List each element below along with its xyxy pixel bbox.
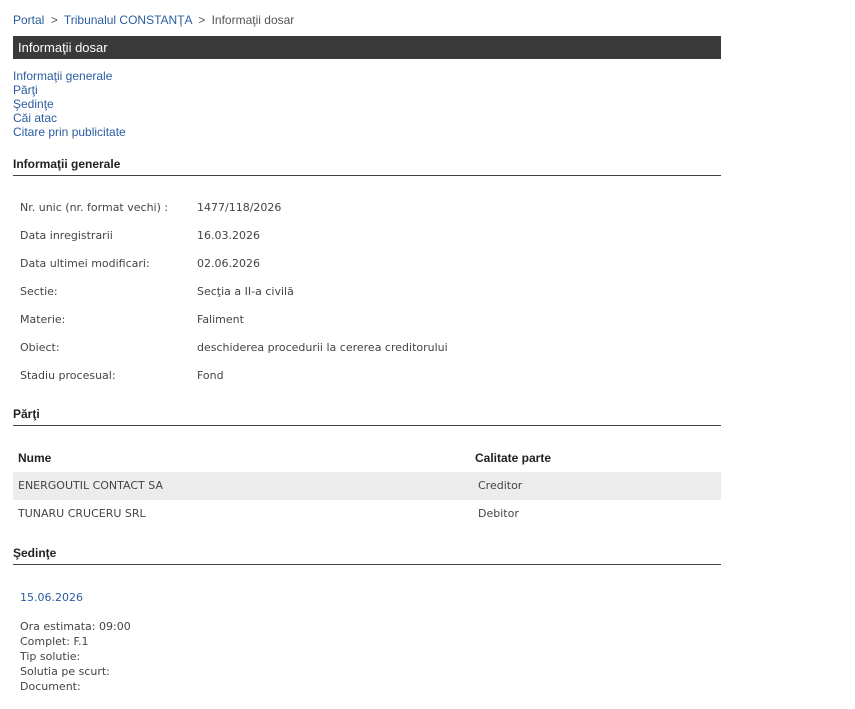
info-value: 1477/118/2026 (197, 201, 282, 214)
sedinta-ora: Ora estimata: 09:00 (20, 620, 131, 633)
parti-table-header: Nume Calitate parte (13, 444, 721, 472)
info-row: Nr. unic (nr. format vechi) : 1477/118/20… (20, 194, 448, 222)
sedinta-tip-solutie: Tip solutie: (20, 650, 81, 663)
sedinta-complet: Complet: F.1 (20, 635, 89, 648)
breadcrumb-court-link[interactable]: Tribunalul CONSTANŢA (64, 13, 192, 27)
breadcrumb-portal-link[interactable]: Portal (13, 13, 44, 27)
info-value: Fond (197, 369, 224, 382)
info-label: Materie: (20, 313, 66, 326)
breadcrumb-separator: > (50, 13, 58, 27)
column-header-calitate: Calitate parte (475, 451, 552, 465)
info-row: Stadiu procesual: Fond (20, 362, 448, 390)
info-label: Stadiu procesual: (20, 369, 116, 382)
parti-table: Nume Calitate parte ENERGOUTIL CONTACT S… (13, 444, 721, 528)
sedinta-solutie-scurt: Solutia pe scurt: (20, 665, 110, 678)
nav-link-informatii-generale[interactable]: Informaţii generale (13, 69, 126, 83)
info-row: Obiect: deschiderea procedurii la cererea… (20, 334, 448, 362)
sedinta-document: Document: (20, 680, 81, 693)
party-name: TUNARU CRUCERU SRL (18, 507, 146, 520)
info-row: Sectie: Secţia a II-a civilă (20, 278, 448, 306)
info-label: Sectie: (20, 285, 58, 298)
nav-link-citare-publicitate[interactable]: Citare prin publicitate (13, 125, 126, 139)
info-value: deschiderea procedurii la cererea credit… (197, 341, 448, 354)
info-row: Data inregistrarii 16.03.2026 (20, 222, 448, 250)
party-name: ENERGOUTIL CONTACT SA (18, 479, 163, 492)
breadcrumb: Portal > Tribunalul CONSTANŢA > Informaţ… (13, 13, 294, 27)
nav-link-parti[interactable]: Părţi (13, 83, 126, 97)
sedinta-date: 15.06.2026 (20, 591, 83, 604)
party-role: Creditor (478, 479, 523, 492)
breadcrumb-separator: > (198, 13, 206, 27)
info-label: Data ultimei modificari: (20, 257, 150, 270)
info-label: Nr. unic (nr. format vechi) : (20, 201, 169, 214)
parti-section-heading: Părţi (13, 406, 721, 426)
page-title-bar: Informaţii dosar (13, 36, 721, 59)
column-header-nume: Nume (18, 451, 52, 465)
party-role: Debitor (478, 507, 519, 520)
info-value: 02.06.2026 (197, 257, 260, 270)
info-value: Secţia a II-a civilă (197, 285, 294, 298)
info-value: 16.03.2026 (197, 229, 260, 242)
nav-link-sedinte[interactable]: Şedinţe (13, 97, 126, 111)
info-label: Data inregistrarii (20, 229, 113, 242)
info-label: Obiect: (20, 341, 60, 354)
info-table: Nr. unic (nr. format vechi) : 1477/118/20… (20, 194, 448, 390)
info-value: Faliment (197, 313, 244, 326)
info-section-heading: Informaţii generale (13, 156, 721, 176)
table-row: TUNARU CRUCERU SRL Debitor (13, 500, 721, 528)
nav-link-cai-atac[interactable]: Căi atac (13, 111, 126, 125)
section-nav: Informaţii generale Părţi Şedinţe Căi at… (13, 69, 126, 139)
info-row: Materie: Faliment (20, 306, 448, 334)
info-row: Data ultimei modificari: 02.06.2026 (20, 250, 448, 278)
sedinte-section-heading: Şedinţe (13, 545, 721, 565)
table-row: ENERGOUTIL CONTACT SA Creditor (13, 472, 721, 500)
sedinta-details: Ora estimata: 09:00 Complet: F.1 Tip sol… (20, 619, 131, 694)
breadcrumb-current: Informaţii dosar (211, 13, 295, 27)
